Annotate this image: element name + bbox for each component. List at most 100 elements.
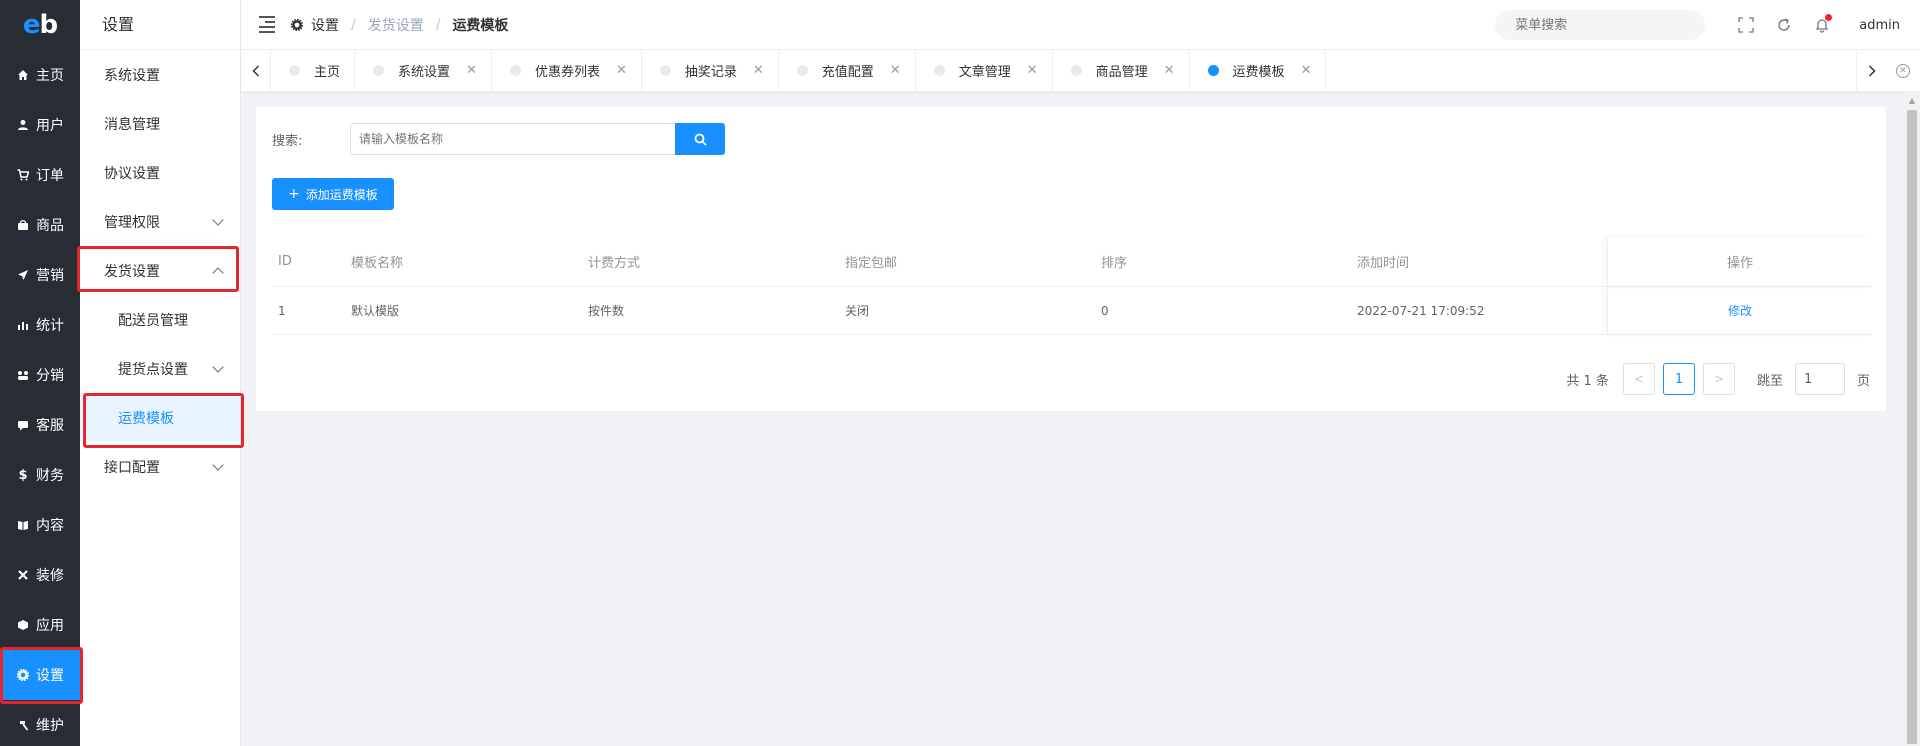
secondary-sidebar: 设置 系统设置 消息管理 协议设置 管理权限 发货设置 配送员管理 提货点设置 … bbox=[80, 0, 241, 746]
nav-content[interactable]: 内容 bbox=[0, 500, 80, 550]
nav-settings[interactable]: 设置 bbox=[0, 650, 80, 700]
nav-home[interactable]: 主页 bbox=[0, 50, 80, 100]
cell-id: 1 bbox=[278, 303, 286, 318]
page-jump-input[interactable] bbox=[1794, 363, 1845, 395]
plus-icon: + bbox=[288, 186, 300, 202]
tab-home[interactable]: 主页 bbox=[271, 49, 356, 92]
close-icon[interactable]: ✕ bbox=[1164, 63, 1175, 78]
menu-api-config[interactable]: 接口配置 bbox=[80, 442, 240, 491]
fullscreen-icon[interactable] bbox=[1737, 16, 1755, 34]
menu-shipping-template[interactable]: 运费模板 bbox=[80, 393, 240, 442]
pagination-total: 共 1 条 bbox=[1566, 373, 1609, 389]
tab-system-settings[interactable]: 系统设置 ✕ bbox=[355, 49, 492, 92]
menu-system-settings[interactable]: 系统设置 bbox=[80, 50, 240, 99]
collapse-menu-icon[interactable] bbox=[259, 16, 275, 33]
close-icon[interactable]: ✕ bbox=[890, 63, 901, 78]
tab-recharge-config[interactable]: 充值配置 ✕ bbox=[779, 49, 916, 92]
nav-label: 应用 bbox=[36, 618, 64, 634]
breadcrumb-item[interactable]: 发货设置 bbox=[368, 15, 424, 35]
nav-apps[interactable]: 应用 bbox=[0, 600, 80, 650]
tabs-scroll-right[interactable] bbox=[1856, 49, 1886, 92]
scrollbar-thumb[interactable] bbox=[1907, 110, 1917, 744]
tab-dot bbox=[373, 65, 385, 76]
close-all-tabs[interactable]: ✕ bbox=[1886, 50, 1920, 92]
menu-agreement-settings[interactable]: 协议设置 bbox=[80, 148, 240, 197]
nav-finance[interactable]: $ 财务 bbox=[0, 450, 80, 500]
page-jump: 跳至 页 bbox=[1757, 363, 1870, 395]
refresh-icon[interactable] bbox=[1775, 16, 1793, 34]
menu-label: 提货点设置 bbox=[118, 361, 188, 378]
prev-page-button[interactable]: < bbox=[1622, 363, 1655, 395]
tab-product-management[interactable]: 商品管理 ✕ bbox=[1053, 49, 1190, 92]
nav-label: 客服 bbox=[36, 418, 64, 434]
nav-goods[interactable]: 商品 bbox=[0, 200, 80, 250]
menu-delivery-settings[interactable]: 发货设置 bbox=[80, 246, 240, 295]
close-icon[interactable]: ✕ bbox=[1301, 63, 1312, 78]
tab-article-management[interactable]: 文章管理 ✕ bbox=[916, 49, 1053, 92]
tab-shipping-template[interactable]: 运费模板 ✕ bbox=[1190, 49, 1327, 92]
next-page-button[interactable]: > bbox=[1702, 363, 1735, 395]
close-circle-icon: ✕ bbox=[1896, 63, 1910, 78]
dollar-icon: $ bbox=[18, 467, 28, 483]
close-icon[interactable]: ✕ bbox=[1027, 63, 1038, 78]
close-icon[interactable]: ✕ bbox=[466, 63, 477, 78]
top-header: 设置 / 发货设置 / 运费模板 admin bbox=[241, 0, 1920, 50]
tabs-scroll-left[interactable] bbox=[241, 49, 271, 92]
tab-dot bbox=[1207, 65, 1219, 76]
shop-icon bbox=[16, 218, 30, 232]
menu-message-management[interactable]: 消息管理 bbox=[80, 99, 240, 148]
column-header: 添加时间 bbox=[1357, 256, 1410, 271]
bar-chart-icon bbox=[16, 318, 30, 332]
secondary-sidebar-title: 设置 bbox=[80, 0, 240, 50]
nav-statistics[interactable]: 统计 bbox=[0, 300, 80, 350]
menu-permission-management[interactable]: 管理权限 bbox=[80, 197, 240, 246]
template-search-input[interactable] bbox=[350, 123, 675, 155]
menu-label: 配送员管理 bbox=[118, 312, 188, 329]
column-header: 计费方式 bbox=[588, 256, 641, 271]
nav-distribution[interactable]: 分销 bbox=[0, 350, 80, 400]
menu-label: 运费模板 bbox=[118, 410, 174, 427]
menu-label: 接口配置 bbox=[104, 459, 160, 476]
user-icon bbox=[16, 118, 30, 132]
nav-decoration[interactable]: 装修 bbox=[0, 550, 80, 600]
nav-maintenance[interactable]: 维护 bbox=[0, 700, 80, 746]
tab-label: 抽奖记录 bbox=[684, 65, 737, 80]
cell-name: 默认模版 bbox=[351, 304, 400, 318]
menu-label: 管理权限 bbox=[104, 214, 160, 231]
tools-icon bbox=[16, 568, 30, 582]
vertical-scrollbar[interactable]: ▲ bbox=[1904, 92, 1920, 746]
scroll-up-arrow[interactable]: ▲ bbox=[1904, 92, 1920, 108]
cell-billing: 按件数 bbox=[588, 304, 625, 318]
tab-label: 系统设置 bbox=[398, 65, 451, 80]
menu-courier-management[interactable]: 配送员管理 bbox=[80, 295, 240, 344]
tab-dot bbox=[659, 65, 671, 76]
menu-label: 系统设置 bbox=[104, 67, 160, 84]
breadcrumb-item[interactable]: 设置 bbox=[311, 15, 339, 35]
search-button[interactable] bbox=[675, 123, 725, 155]
nav-user[interactable]: 用户 bbox=[0, 100, 80, 150]
nav-order[interactable]: 订单 bbox=[0, 150, 80, 200]
add-shipping-template-button[interactable]: + 添加运费模板 bbox=[272, 178, 394, 210]
search-row: 搜索: bbox=[272, 123, 725, 155]
nav-service[interactable]: 客服 bbox=[0, 400, 80, 450]
menu-pickup-settings[interactable]: 提货点设置 bbox=[80, 344, 240, 393]
nav-label: 财务 bbox=[36, 468, 64, 484]
bell-icon[interactable] bbox=[1813, 14, 1833, 34]
nav-marketing[interactable]: 营销 bbox=[0, 250, 80, 300]
page-suffix: 页 bbox=[1856, 373, 1870, 389]
tab-coupon-list[interactable]: 优惠券列表 ✕ bbox=[492, 49, 642, 92]
menu-search-input[interactable] bbox=[1495, 10, 1706, 40]
close-icon[interactable]: ✕ bbox=[616, 63, 627, 78]
tab-lottery-records[interactable]: 抽奖记录 ✕ bbox=[642, 49, 779, 92]
nav-label: 维护 bbox=[36, 718, 64, 734]
user-name[interactable]: admin bbox=[1859, 18, 1900, 33]
column-header: 模板名称 bbox=[351, 256, 404, 271]
edit-link[interactable]: 修改 bbox=[1728, 302, 1752, 319]
logo[interactable]: eb bbox=[0, 0, 80, 50]
nav-label: 分销 bbox=[36, 368, 64, 384]
page-number[interactable]: 1 bbox=[1662, 363, 1695, 395]
table-row: 1 默认模版 按件数 关闭 0 2022-07-21 17:09:52 修改 bbox=[272, 287, 1872, 335]
cube-icon bbox=[16, 618, 30, 632]
chat-icon bbox=[16, 418, 30, 432]
close-icon[interactable]: ✕ bbox=[753, 63, 764, 78]
